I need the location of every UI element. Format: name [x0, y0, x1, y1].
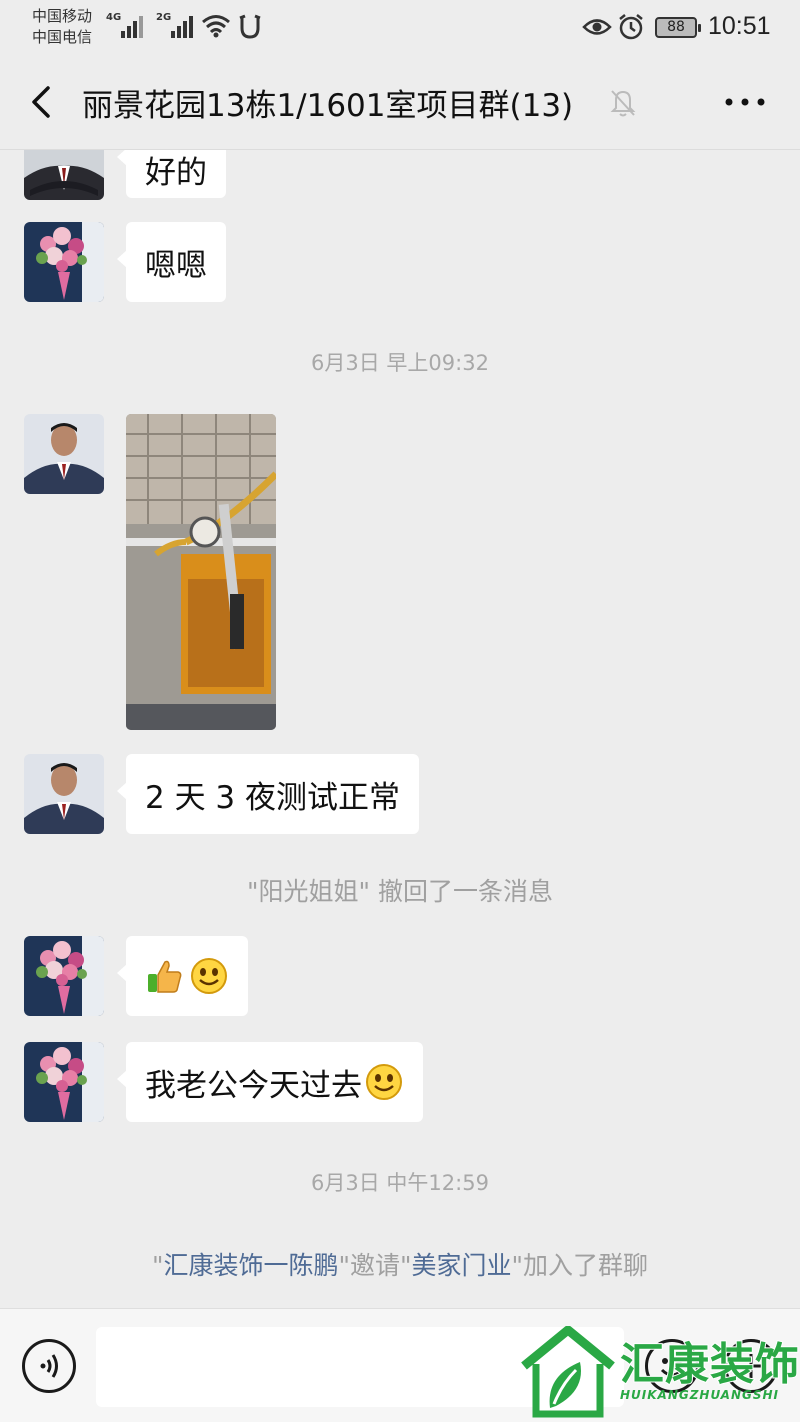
avatar-flower-bouquet[interactable] [24, 1042, 104, 1122]
avatar-man-in-suit[interactable] [24, 414, 104, 494]
inviter-name[interactable]: 汇康装饰一陈鹏 [163, 1251, 338, 1280]
signal-icon [121, 16, 143, 38]
message-text: 我老公今天过去 [145, 1067, 362, 1104]
message-text: 嗯嗯 [145, 247, 207, 284]
alarm-icon [619, 14, 643, 40]
message-text: 好的 [145, 154, 207, 191]
avatar-man-image [24, 754, 104, 834]
avatar-flower-image [24, 936, 104, 1016]
wifi-icon [202, 15, 230, 38]
app-notification-icon [239, 14, 261, 39]
message-text: 2 天 3 夜测试正常 [145, 779, 401, 816]
message-bubble[interactable]: 2 天 3 夜测试正常 [116, 754, 420, 834]
avatar-man-image [24, 414, 104, 494]
voice-icon[interactable] [22, 1339, 76, 1393]
carrier-1: 中国移动 [32, 7, 93, 25]
message-timestamp: 6月3日 中午12:59 [311, 1171, 489, 1195]
status-bar: 中国移动 中国电信 4G 2G 88 10:51 [0, 0, 800, 56]
message-bubble[interactable]: 嗯嗯 [117, 222, 226, 302]
chat-header: 丽景花园13栋1/1601室项目群(13) [0, 56, 800, 150]
avatar-flower-image [24, 222, 104, 302]
avatar-man-image [24, 150, 104, 200]
invite-quote: " [151, 1251, 164, 1280]
network-type-1: 4G [106, 12, 122, 23]
avatar-man-in-suit[interactable] [24, 150, 104, 200]
battery-icon: 88 [655, 17, 701, 38]
system-message-recall: "阳光姐姐" 撤回了一条消息 [247, 877, 553, 906]
pressure-test-pump-photo [126, 414, 276, 730]
invite-tail: "加入了群聊 [511, 1251, 649, 1280]
message-bubble[interactable]: 好的 [117, 150, 226, 198]
mute-bell-icon [610, 90, 636, 117]
invite-verb: "邀请" [338, 1251, 412, 1280]
message-bubble[interactable] [117, 936, 248, 1016]
thumbs-up-emoji-icon [148, 960, 182, 993]
back-arrow-icon[interactable] [24, 82, 64, 122]
group-title: 丽景花园13栋1/1601室项目群(13) [82, 88, 574, 124]
smile-emoji-icon [366, 1064, 402, 1100]
clock: 10:51 [708, 12, 771, 40]
signal-icon-2 [171, 16, 193, 38]
message-timestamp: 6月3日 早上09:32 [311, 351, 489, 375]
invitee-name[interactable]: 美家门业 [412, 1251, 512, 1280]
message-image[interactable] [126, 414, 276, 730]
message-list[interactable]: 好的 嗯嗯 6月3日 早上09:32 2 天 3 夜测试正常 "阳光姐姐" 撤回… [0, 150, 800, 1308]
watermark-subtext: HUIKANGZHUANGSHI [620, 1388, 780, 1402]
house-leaf-logo-icon [521, 1325, 615, 1418]
eye-icon [582, 19, 612, 35]
avatar-man-in-suit[interactable] [24, 754, 104, 834]
watermark-logo: 汇康装饰 HUIKANGZHUANGSHI [520, 1325, 800, 1418]
carrier-info: 中国移动 中国电信 [32, 6, 92, 48]
avatar-flower-image [24, 1042, 104, 1122]
message-bubble[interactable]: 我老公今天过去 [117, 1042, 423, 1122]
voice-wave-icon [40, 1354, 58, 1378]
system-message-invite: "汇康装饰一陈鹏"邀请"美家门业"加入了群聊 [0, 1246, 800, 1282]
carrier-2: 中国电信 [32, 28, 93, 46]
more-icon[interactable] [722, 86, 768, 118]
avatar-flower-bouquet[interactable] [24, 222, 104, 302]
network-type-2: 2G [156, 12, 172, 23]
watermark-text: 汇康装饰 [619, 1338, 800, 1391]
avatar-flower-bouquet[interactable] [24, 936, 104, 1016]
smile-emoji-icon [191, 958, 227, 994]
